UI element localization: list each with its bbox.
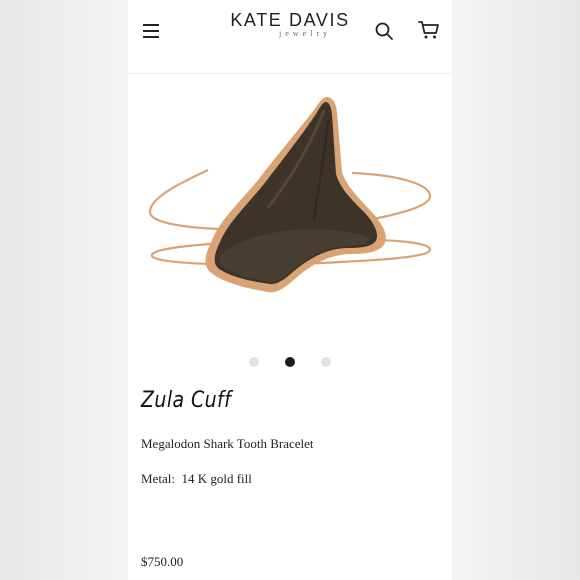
background-right [452,0,580,580]
gallery-pagination [128,357,452,369]
site-header: KATE DAVIS jewelry [128,0,452,74]
product-metal: Metal: 14 K gold fill [141,471,252,487]
menu-icon[interactable] [143,24,159,38]
brand-logo[interactable]: KATE DAVIS jewelry [224,10,356,38]
metal-value: 14 K gold fill [181,471,252,486]
background-left [0,0,128,580]
mobile-page: KATE DAVIS jewelry Zula Cuff Megalodon S… [128,0,452,580]
brand-subline: jewelry [279,29,331,38]
product-price: $750.00 [141,554,184,569]
product-title: Zula Cuff [141,388,232,413]
gallery-dot[interactable] [321,357,331,367]
metal-label: Metal: [141,471,175,486]
cart-icon[interactable] [418,20,440,40]
brand-name: KATE DAVIS [230,10,350,30]
gallery-dot-active[interactable] [285,357,295,367]
search-icon[interactable] [374,21,394,41]
product-image[interactable] [128,80,452,345]
product-subtitle: Megalodon Shark Tooth Bracelet [141,436,314,451]
gallery-dot[interactable] [249,357,259,367]
